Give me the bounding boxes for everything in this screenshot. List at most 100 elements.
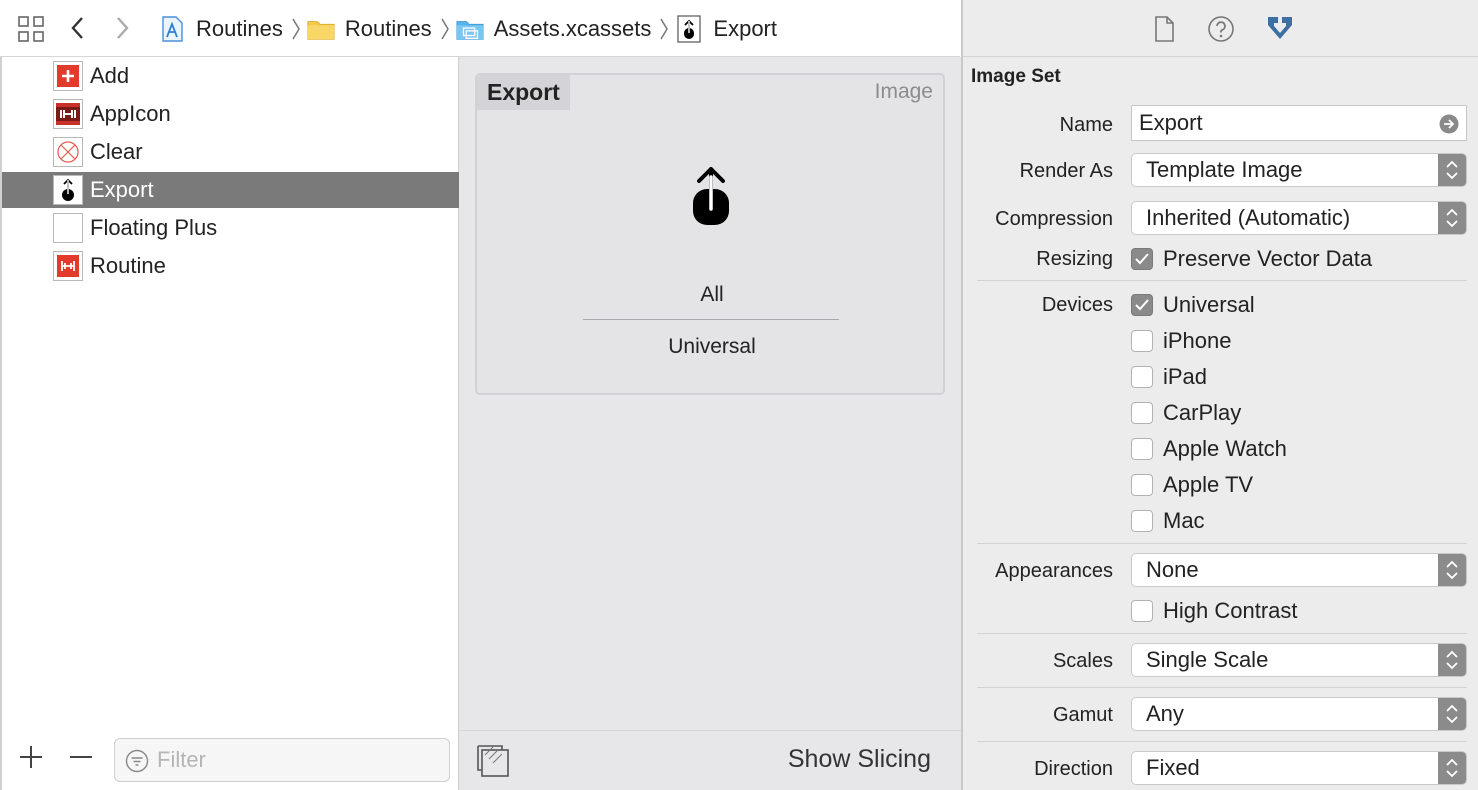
clear-asset-icon [53,137,83,167]
compression-value: Inherited (Automatic) [1146,205,1351,230]
xcode-project-icon [158,15,186,43]
list-item-label: Routine [90,253,166,278]
preserve-vector-checkbox[interactable] [1131,248,1153,270]
help-inspector-icon[interactable] [1206,14,1236,44]
navigator-footer [2,730,459,790]
appicon-asset-icon [53,99,83,129]
popup-stepper-icon [1438,698,1466,730]
image-asset-icon [675,14,703,43]
appearances-popup[interactable]: None [1131,553,1467,587]
popup-stepper-icon [1438,154,1466,186]
gamut-popup[interactable]: Any [1131,697,1467,731]
add-asset-icon [53,61,83,91]
filter-icon [125,749,149,773]
attributes-inspector-icon[interactable] [1265,14,1295,44]
devices-label: Devices [1041,294,1113,316]
section-divider [977,543,1467,544]
appearances-value: None [1146,557,1199,582]
show-slicing-button[interactable]: Show Slicing [788,745,931,774]
asset-navigator: Add AppIcon Clear Export Floating Plus R… [0,57,459,790]
add-button-icon[interactable] [18,744,44,770]
device-label-mac: Mac [1163,508,1205,533]
slot-divider [583,319,839,320]
export-image-preview-icon[interactable] [689,167,733,227]
list-item-label: Clear [90,139,143,164]
go-arrow-icon[interactable] [1439,114,1459,134]
scales-popup[interactable]: Single Scale [1131,643,1467,677]
render-as-value: Template Image [1146,157,1303,182]
compression-popup[interactable]: Inherited (Automatic) [1131,201,1467,235]
appearances-label: Appearances [995,560,1113,582]
name-value: Export [1139,110,1203,135]
list-item-floating-plus[interactable]: Floating Plus [2,210,459,246]
asset-editor: Export Image All Universal Show Slicing [459,57,961,790]
popup-stepper-icon [1438,202,1466,234]
device-label-ipad: iPad [1163,364,1208,389]
section-divider [977,633,1467,634]
device-checkbox-universal[interactable] [1131,294,1153,316]
list-item-clear[interactable]: Clear [2,134,459,170]
list-item-label: Floating Plus [90,215,218,240]
list-item-appicon[interactable]: AppIcon [2,96,459,132]
breadcrumb-separator-icon [291,15,301,43]
device-checkbox-ipad[interactable] [1131,366,1153,388]
xcode-asset-catalog-window: Routines Routines Assets.xcassets Export… [0,0,1478,790]
breadcrumb-item-folder[interactable]: Routines [307,0,456,57]
device-checkbox-mac[interactable] [1131,510,1153,532]
device-checkbox-apple-watch[interactable] [1131,438,1153,460]
forward-chevron-icon[interactable] [112,14,132,42]
folder-icon [307,15,335,43]
slicing-icon[interactable] [475,743,511,779]
asset-type-label: Image [874,80,933,103]
inspector-tab-bar [963,0,1478,57]
asset-catalog-icon [456,15,484,43]
list-item-label: Add [90,63,130,88]
file-inspector-icon[interactable] [1149,14,1179,44]
breadcrumb-label: Assets.xcassets [493,15,652,41]
high-contrast-checkbox[interactable] [1131,600,1153,622]
device-label-apple-tv: Apple TV [1163,472,1254,497]
render-as-label: Render As [1019,160,1113,182]
export-asset-icon [53,175,83,205]
breadcrumb-separator-icon [440,15,450,43]
back-chevron-icon[interactable] [68,14,88,42]
breadcrumb-item-project[interactable]: Routines [158,0,307,57]
device-checkbox-carplay[interactable] [1131,402,1153,424]
routine-asset-icon [53,251,83,281]
compression-label: Compression [995,208,1113,230]
checkmark-icon [1135,253,1149,265]
list-item-add[interactable]: Add [2,58,459,94]
preserve-vector-label: Preserve Vector Data [1163,246,1373,271]
scales-label: Scales [1052,650,1113,672]
section-title: Image Set [971,66,1061,87]
list-item-export[interactable]: Export [2,172,459,208]
filter-input[interactable] [157,745,437,775]
remove-button-icon[interactable] [68,744,94,770]
list-item-routine[interactable]: Routine [2,248,459,284]
popup-stepper-icon [1438,554,1466,586]
direction-popup[interactable]: Fixed [1131,751,1467,785]
scales-value: Single Scale [1146,647,1269,672]
resizing-label: Resizing [1036,248,1113,270]
direction-value: Fixed [1146,755,1200,780]
section-divider [977,280,1467,281]
breadcrumb-item-image-asset[interactable]: Export [675,0,777,57]
breadcrumb-label: Routines [344,15,432,41]
image-set-card[interactable]: Export Image All Universal [475,73,945,395]
name-field[interactable]: Export [1131,105,1467,141]
device-checkbox-iphone[interactable] [1131,330,1153,352]
filter-field[interactable] [114,738,450,782]
device-checkbox-apple-tv[interactable] [1131,474,1153,496]
list-item-label: AppIcon [90,101,171,126]
popup-stepper-icon [1438,752,1466,784]
render-as-popup[interactable]: Template Image [1131,153,1467,187]
high-contrast-label: High Contrast [1163,598,1298,623]
list-item-label: Export [90,177,154,202]
slot-scale-label: All [700,283,724,306]
asset-name-tag: Export [477,75,570,110]
attributes-inspector: Image Set Name Export Render As Template… [961,0,1478,790]
breadcrumb-item-asset-catalog[interactable]: Assets.xcassets [456,0,676,57]
popup-stepper-icon [1438,644,1466,676]
checkmark-icon [1135,299,1149,311]
related-items-grid-icon[interactable] [17,15,45,43]
